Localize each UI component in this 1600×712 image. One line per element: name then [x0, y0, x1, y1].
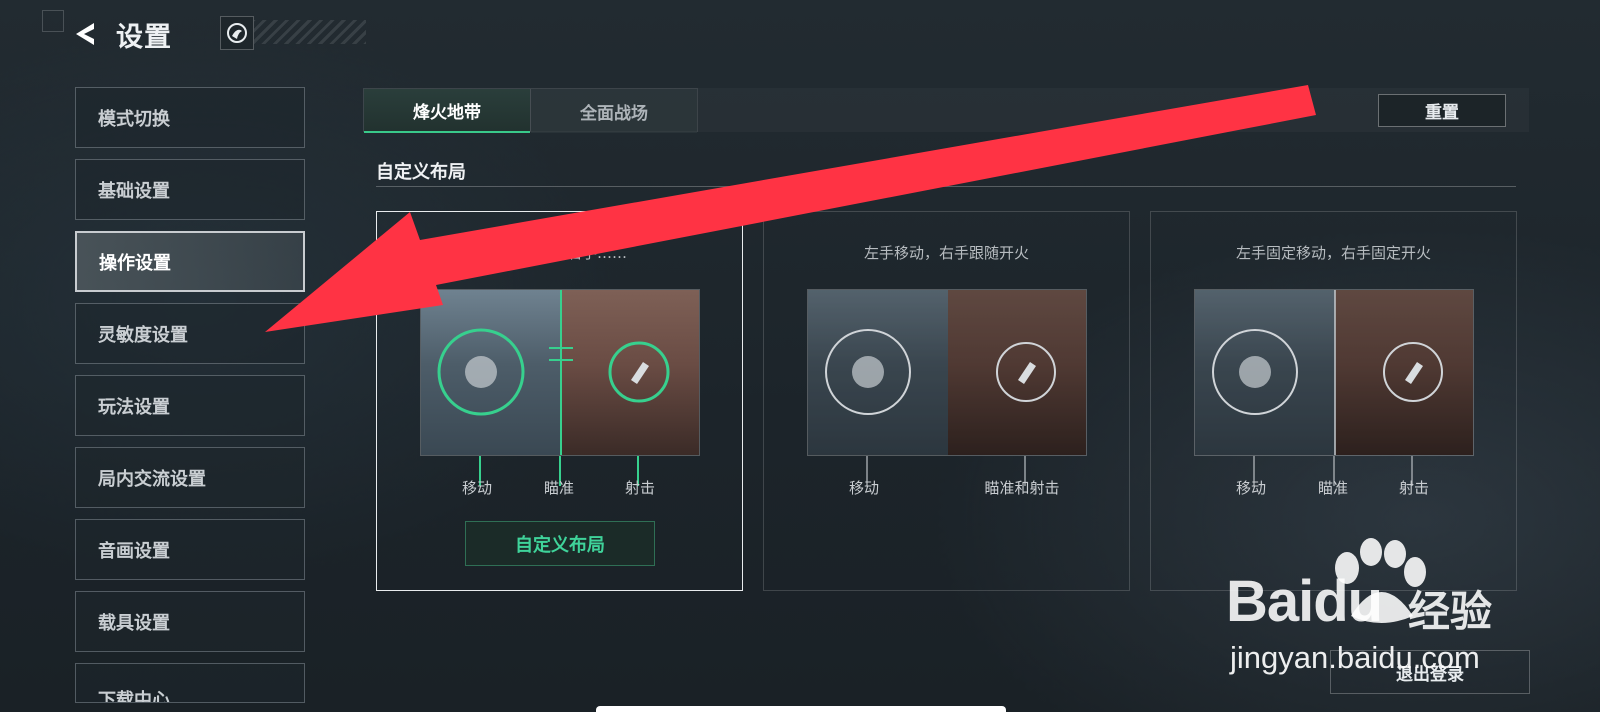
- top-bar: 设置: [70, 14, 172, 54]
- section-divider: [376, 186, 1516, 187]
- label-fire: 射击: [1398, 479, 1430, 497]
- back-arrow-icon[interactable]: [70, 18, 102, 50]
- sidebar-item-label: 灵敏度设置: [98, 324, 188, 346]
- layout-description: 左手固定移动，右手固定开火: [1235, 244, 1431, 262]
- layout-description: 左手移动，右手跟随开火: [863, 244, 1029, 262]
- profile-icon: [227, 23, 247, 43]
- reset-button[interactable]: 重置: [1378, 94, 1506, 127]
- section-title: 自定义布局: [376, 162, 466, 183]
- sidebar-item-controls[interactable]: 操作设置: [75, 231, 305, 292]
- sidebar-item-label: 模式切换: [98, 108, 170, 130]
- tab-warzone[interactable]: 烽火地带: [364, 89, 530, 133]
- header-hatch-decoration: [240, 20, 366, 44]
- sidebar-item-label: 基础设置: [98, 180, 170, 202]
- layout-controls-overlay: [1212, 290, 1443, 455]
- sidebar-item-label: 音画设置: [98, 540, 170, 562]
- sidebar-item-basic[interactable]: 基础设置: [75, 159, 305, 220]
- tab-full-battle[interactable]: 全面战场: [531, 89, 697, 133]
- corner-frame: [42, 10, 64, 32]
- sidebar-item-label: 载具设置: [98, 612, 170, 634]
- label-fire: 射击: [624, 479, 656, 497]
- sidebar-item-gameplay[interactable]: 玩法设置: [75, 375, 305, 436]
- label-aim-and-fire: 瞄准和射击: [984, 479, 1060, 497]
- layout-card-1[interactable]: 左手移动，右手…… 移动 瞄准 射击 自定义布局: [376, 211, 743, 591]
- layout-preview: [1194, 289, 1474, 456]
- home-indicator-bar: [596, 706, 1006, 712]
- page-title: 设置: [116, 21, 172, 53]
- sidebar-item-vehicle[interactable]: 载具设置: [75, 591, 305, 652]
- sidebar-item-in-game-chat[interactable]: 局内交流设置: [75, 447, 305, 508]
- label-connector-lines: [866, 456, 1026, 486]
- label-move: 移动: [461, 479, 493, 497]
- sidebar-item-label: 操作设置: [99, 252, 171, 274]
- label-aim: 瞄准: [543, 479, 575, 497]
- custom-layout-button[interactable]: 自定义布局: [465, 521, 655, 566]
- layout-controls-overlay: [437, 290, 670, 455]
- label-aim: 瞄准: [1317, 479, 1349, 497]
- layout-preview: [807, 289, 1087, 456]
- sidebar-item-label: 玩法设置: [98, 396, 170, 418]
- sidebar-item-mode-switch[interactable]: 模式切换: [75, 87, 305, 148]
- sidebar-item-label: 局内交流设置: [98, 468, 206, 490]
- layout-description: 左手移动，右手……: [491, 244, 627, 262]
- settings-sidebar: 模式切换 基础设置 操作设置 灵敏度设置 玩法设置 局内交流设置 音画设置 载具…: [75, 87, 305, 712]
- layout-card-3[interactable]: 左手固定移动，右手固定开火 移动 瞄准 射击: [1150, 211, 1517, 591]
- layout-controls-overlay: [825, 329, 1056, 415]
- sidebar-item-label: 下载中心: [98, 690, 170, 703]
- sidebar-item-audio-video[interactable]: 音画设置: [75, 519, 305, 580]
- sidebar-item-download-center[interactable]: 下载中心: [75, 663, 305, 703]
- mode-tabs: 烽火地带 全面战场: [363, 88, 698, 133]
- label-move: 移动: [848, 479, 880, 497]
- label-move: 移动: [1235, 479, 1267, 497]
- avatar-button[interactable]: [220, 16, 254, 50]
- sidebar-item-sensitivity[interactable]: 灵敏度设置: [75, 303, 305, 364]
- logout-button[interactable]: 退出登录: [1330, 650, 1530, 694]
- layout-card-2[interactable]: 左手移动，右手跟随开火 移动 瞄准和射击: [763, 211, 1130, 591]
- layout-preview: [420, 289, 700, 456]
